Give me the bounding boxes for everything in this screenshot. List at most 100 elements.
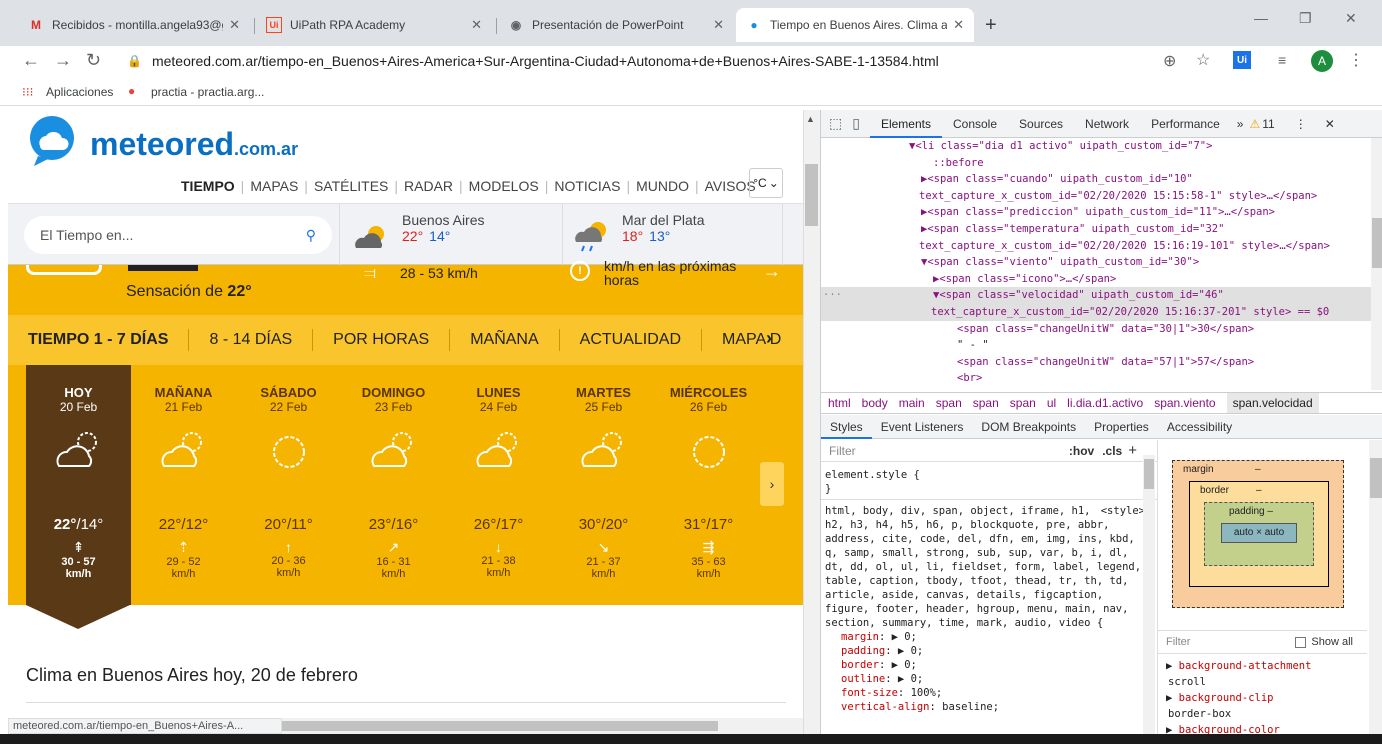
city-mar-del-plata[interactable]: Mar del Plata 18° 13°: [622, 212, 704, 244]
dom-scrollbar[interactable]: [1371, 138, 1382, 390]
tab-styles[interactable]: Styles: [821, 415, 872, 439]
day-card[interactable]: MAÑANA 21 Feb 22°/12° ⇡ 29 - 52 km/h: [131, 365, 236, 605]
day-card[interactable]: HOY 20 Feb 22°/14° ⇞ 30 - 57 km/h: [26, 365, 131, 605]
nav-satelites[interactable]: SATÉLITES: [314, 178, 388, 194]
dom-node[interactable]: text_capture_x_custom_id="02/20/2020 15:…: [821, 188, 1371, 205]
devtools-close-icon[interactable]: ✕: [1317, 117, 1343, 131]
city-buenos-aires[interactable]: Buenos Aires 22° 14°: [402, 212, 485, 244]
meteored-logo-icon[interactable]: [28, 116, 76, 166]
computed-scrollbar[interactable]: [1369, 440, 1382, 744]
close-icon[interactable]: ✕: [229, 17, 240, 33]
nav-tiempo[interactable]: TIEMPO: [181, 178, 235, 194]
dom-node[interactable]: ▶<span class="prediccion" uipath_custom_…: [821, 204, 1371, 221]
tab-actualidad[interactable]: ACTUALIDAD: [560, 331, 701, 349]
element-style-rule[interactable]: element.style { }: [825, 468, 920, 496]
search-icon[interactable]: ⚲: [306, 227, 316, 244]
forward-arrow-icon[interactable]: →: [54, 50, 72, 71]
media-icon[interactable]: ≡: [1278, 52, 1286, 68]
box-padding[interactable]: padding – auto × auto: [1204, 502, 1314, 566]
page-scrollbar-thumb[interactable]: [805, 164, 818, 226]
box-content[interactable]: auto × auto: [1221, 523, 1297, 543]
tab-mapa[interactable]: MAPA D: [702, 331, 801, 349]
uipath-extension-icon[interactable]: Ui: [1233, 51, 1251, 69]
box-border[interactable]: border – padding – auto × auto: [1189, 481, 1329, 587]
crumb[interactable]: span: [973, 396, 999, 410]
nav-mapas[interactable]: MAPAS: [250, 178, 298, 194]
dom-node[interactable]: ▶<span class="temperatura" uipath_custom…: [821, 221, 1371, 238]
arrow-right-icon[interactable]: →: [763, 261, 781, 282]
dom-node[interactable]: ▼<li class="dia d1 activo" uipath_custom…: [821, 138, 1371, 155]
next-days-button[interactable]: ›: [760, 462, 784, 506]
tab-event-listeners[interactable]: Event Listeners: [872, 415, 973, 439]
crumb[interactable]: ul: [1047, 396, 1056, 410]
close-icon[interactable]: ✕: [471, 17, 482, 33]
dom-node[interactable]: ::before: [821, 155, 1371, 172]
dom-node[interactable]: ▼<span class="viento" uipath_custom_id="…: [821, 254, 1371, 271]
restore-icon[interactable]: ❐: [1299, 10, 1312, 27]
tab-manana[interactable]: MAÑANA: [450, 331, 558, 349]
hov-toggle[interactable]: :hov: [1069, 444, 1094, 458]
tab-por-horas[interactable]: POR HORAS: [313, 331, 449, 349]
star-icon[interactable]: ☆: [1196, 50, 1210, 70]
window-close-icon[interactable]: ✕: [1345, 10, 1357, 27]
styles-filter[interactable]: Filter :hov .cls +: [821, 440, 1157, 462]
styles-filter-input[interactable]: Filter: [829, 444, 1069, 458]
search-input[interactable]: El Tiempo en... ⚲: [24, 216, 332, 254]
dom-node[interactable]: <br>: [821, 370, 1371, 387]
reload-icon[interactable]: ↻: [86, 50, 101, 71]
computed-row[interactable]: ▶ background-attachment: [1166, 658, 1359, 674]
style-source[interactable]: <style>: [1101, 504, 1145, 518]
crumb[interactable]: span.viento: [1154, 396, 1215, 410]
tab-network[interactable]: Network: [1074, 110, 1140, 138]
dom-tree[interactable]: ▼<li class="dia d1 activo" uipath_custom…: [821, 138, 1371, 388]
install-icon[interactable]: ⊕: [1163, 51, 1176, 71]
close-icon[interactable]: ✕: [953, 17, 964, 33]
tab-properties[interactable]: Properties: [1085, 415, 1158, 439]
unit-selector[interactable]: °C ⌄: [749, 168, 783, 198]
more-tabs-icon[interactable]: »: [1231, 117, 1250, 131]
horizontal-scrollbar-thumb[interactable]: [280, 721, 718, 731]
crumb-selected[interactable]: span.velocidad: [1226, 393, 1319, 413]
tab-performance[interactable]: Performance: [1140, 110, 1231, 138]
styles-scrollbar[interactable]: [1143, 455, 1155, 743]
crumb[interactable]: body: [862, 396, 888, 410]
browser-tab-powerpoint[interactable]: ◉ Presentación de PowerPoint ✕: [498, 8, 734, 42]
day-card[interactable]: SÁBADO 22 Feb 20°/11° ↑ 20 - 36 km/h: [236, 365, 341, 605]
add-rule-icon[interactable]: +: [1128, 443, 1137, 458]
dom-node-selected[interactable]: text_capture_x_custom_id="02/20/2020 15:…: [821, 303, 1371, 321]
tab-sources[interactable]: Sources: [1008, 110, 1074, 138]
crumb[interactable]: li.dia.d1.activo: [1067, 396, 1143, 410]
warning-count[interactable]: 11: [1260, 117, 1284, 131]
nav-modelos[interactable]: MODELOS: [469, 178, 539, 194]
site-logo[interactable]: meteored.com.ar: [90, 126, 298, 163]
tab-accessibility[interactable]: Accessibility: [1158, 415, 1241, 439]
browser-tab-uipath[interactable]: Ui UiPath RPA Academy ✕: [256, 8, 492, 42]
dom-node[interactable]: ▶<span class="icono">…</span>: [821, 271, 1371, 288]
day-card[interactable]: MARTES 25 Feb 30°/20° ↘ 21 - 37 km/h: [551, 365, 656, 605]
cls-toggle[interactable]: .cls: [1102, 444, 1122, 458]
dom-node[interactable]: ▶<span class="cuando" uipath_custom_id="…: [821, 171, 1371, 188]
crumb[interactable]: span: [1010, 396, 1036, 410]
day-card[interactable]: DOMINGO 23 Feb 23°/16° ↗ 16 - 31 km/h: [341, 365, 446, 605]
inspect-icon[interactable]: ⬚: [821, 115, 848, 132]
dom-scrollbar-thumb[interactable]: [1372, 218, 1382, 268]
chevron-right-icon[interactable]: ›: [766, 328, 772, 349]
day-card[interactable]: MIÉRCOLES 26 Feb 31°/17° ⇶ 35 - 63 km/h: [656, 365, 761, 605]
ua-style-rule[interactable]: <style> html, body, div, span, object, i…: [825, 504, 1145, 714]
tab-dom-breakpoints[interactable]: DOM Breakpoints: [972, 415, 1085, 439]
dom-node[interactable]: <span class="changeUnitW" data="30|1">30…: [821, 321, 1371, 338]
box-margin[interactable]: margin – border – padding – auto × auto: [1172, 460, 1344, 608]
browser-tab-meteored[interactable]: ● Tiempo en Buenos Aires. Clima a ✕: [736, 8, 974, 42]
tab-console[interactable]: Console: [942, 110, 1008, 138]
nav-noticias[interactable]: NOTICIAS: [554, 178, 620, 194]
close-icon[interactable]: ✕: [713, 17, 724, 33]
new-tab-button[interactable]: +: [985, 14, 997, 37]
crumb[interactable]: span: [936, 396, 962, 410]
bookmark-practia[interactable]: practia - practia.arg...: [151, 85, 264, 99]
tab-1-7-dias[interactable]: TIEMPO 1 - 7 DÍAS: [8, 331, 188, 349]
minimize-icon[interactable]: —: [1254, 10, 1268, 26]
computed-filter[interactable]: Filter Show all: [1158, 630, 1367, 654]
bookmark-apps[interactable]: Aplicaciones: [46, 85, 113, 99]
tab-8-14-dias[interactable]: 8 - 14 DÍAS: [189, 331, 312, 349]
crumb[interactable]: main: [899, 396, 925, 410]
